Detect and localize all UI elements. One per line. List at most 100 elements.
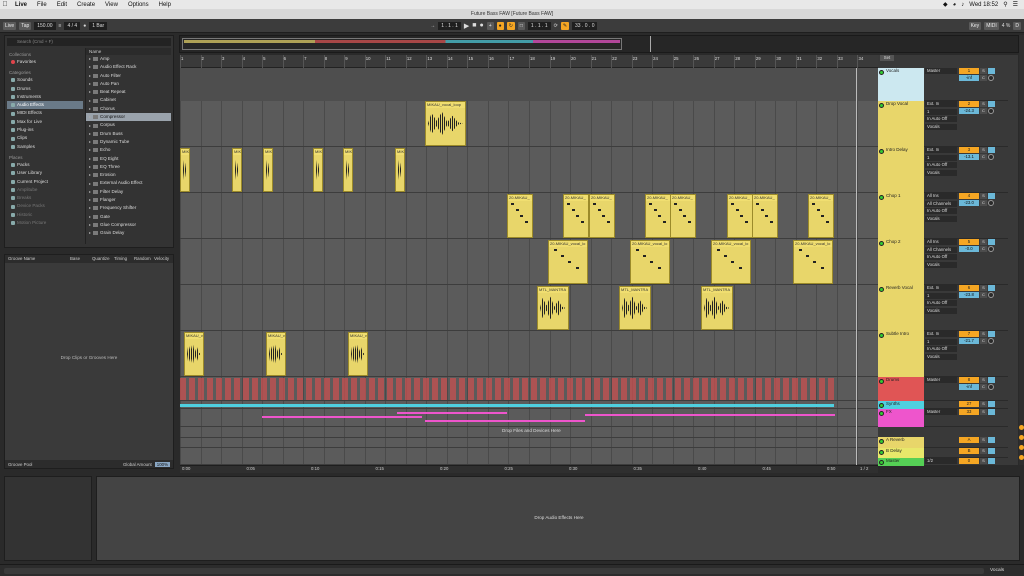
scroll-dot-icon[interactable] [1019, 435, 1024, 440]
track-lane[interactable] [180, 438, 878, 448]
menu-edit[interactable]: Edit [52, 2, 72, 8]
browser-item[interactable]: Frequency Shifter [86, 204, 171, 212]
track-activator-icon[interactable] [879, 449, 884, 455]
browser-item[interactable]: Echo [86, 146, 171, 154]
arm-button[interactable] [988, 193, 995, 199]
arrangement-overview[interactable] [179, 35, 1019, 53]
scroll-dot-icon[interactable] [1019, 445, 1024, 450]
mixer-strip[interactable]: Master 1/2 0 S [878, 458, 1008, 466]
io-field[interactable]: Master [925, 377, 957, 383]
track-activator-button[interactable]: A [959, 437, 979, 443]
menu-live[interactable]: Live [10, 2, 32, 8]
track-activator-icon[interactable] [879, 378, 884, 384]
nudge-icon[interactable]: ≡ [59, 23, 62, 29]
track-lane[interactable] [180, 448, 878, 465]
fx-clip[interactable] [262, 416, 422, 418]
track-name-header[interactable]: Chop 2 [878, 239, 924, 285]
track-activator-button[interactable]: 5 [959, 239, 979, 245]
follow-icon[interactable]: → [430, 23, 435, 29]
solo-button[interactable]: S [980, 193, 987, 199]
group-track-lane[interactable] [180, 68, 878, 101]
set-button[interactable]: Set [880, 55, 894, 61]
loop-punch-button[interactable]: □ [517, 21, 525, 30]
expand-arrow-icon[interactable] [89, 66, 91, 69]
browser-item[interactable]: Auto Filter [86, 72, 171, 80]
audio-clip[interactable]: 20-MIKAU_ [563, 194, 589, 238]
audio-clip[interactable]: MTL_MANTRA [619, 286, 651, 330]
io-field[interactable]: In Auto Off [925, 208, 957, 214]
arm-button[interactable] [988, 101, 995, 107]
expand-arrow-icon[interactable] [89, 132, 91, 135]
scroll-dot-icon[interactable] [1019, 455, 1024, 460]
pan-field[interactable]: C [980, 246, 987, 252]
stop-icon[interactable]: ■ [472, 22, 476, 29]
pan-field[interactable]: C [980, 75, 987, 81]
device-view[interactable]: Drop Audio Effects Here [96, 476, 1020, 561]
track-name-header[interactable]: Drums [878, 377, 924, 401]
track-name-header[interactable]: Reverb Vocal [878, 285, 924, 331]
audio-clip[interactable]: 20-MIKAU_ [507, 194, 533, 238]
track-activator-button[interactable]: 2 [959, 101, 979, 107]
right-scroll-strip[interactable] [1019, 35, 1024, 465]
session-record-button[interactable]: ↻ [506, 21, 515, 30]
groove-col-timing[interactable]: Timing [111, 255, 131, 263]
category-instruments[interactable]: Instruments [7, 93, 83, 101]
track-name-header[interactable]: Vocals [878, 68, 924, 101]
song-position-field[interactable]: 1 . 1 . 1 [438, 21, 461, 30]
io-field[interactable]: Ext. In [925, 147, 957, 153]
arm-button[interactable] [988, 409, 995, 415]
track-activator-icon[interactable] [879, 148, 884, 154]
mixer-strip[interactable]: Drop Vocal Ext. In 1 In Auto Off Vocals 2 S -24… [878, 101, 1008, 147]
menu-file[interactable]: File [32, 2, 52, 8]
device-drop-zone[interactable]: Drop Audio Effects Here [97, 515, 1021, 520]
track-activator-button[interactable]: 6 [959, 285, 979, 291]
pan-field[interactable]: C [980, 292, 987, 298]
browser-item[interactable]: EQ Eight [86, 155, 171, 163]
category-sounds[interactable]: Sounds [7, 76, 83, 84]
time-signature-field[interactable]: 4 / 4 [64, 21, 81, 30]
key-map-button[interactable]: Key [968, 21, 982, 30]
search-icon[interactable]: ⚲ [1003, 1, 1007, 8]
send-knob-icon[interactable] [988, 154, 994, 160]
category-audio-effects[interactable]: Audio Effects [7, 101, 83, 110]
track-activator-button[interactable]: 0 [959, 458, 979, 464]
mixer-strip[interactable]: FX Master 33 S [878, 409, 1008, 427]
track-activator-icon[interactable] [879, 459, 884, 465]
browser-item[interactable]: Beat Repeat [86, 88, 171, 96]
place-amplitube[interactable]: Amplitube [7, 186, 83, 194]
groove-col-base[interactable]: Base [67, 255, 89, 263]
dropbox-icon[interactable]: ◆ [943, 1, 948, 8]
browser-item[interactable]: Auto Pan [86, 80, 171, 88]
wifi-icon[interactable]: ◕ [953, 2, 957, 8]
audio-clip[interactable]: MIKA [180, 148, 190, 192]
track-activator-icon[interactable] [879, 194, 884, 200]
send-knob-icon[interactable] [988, 338, 994, 344]
audio-clip[interactable]: 20-MIKAU_ [808, 194, 834, 238]
browser-item[interactable]: Audio Effect Rack [86, 63, 171, 71]
mixer-strip[interactable]: Synths 27 S [878, 401, 1008, 409]
drums-midi-clip[interactable] [180, 378, 834, 400]
mixer-strip[interactable]: Chop 2 All Ins All Channels In Auto Off Voca… [878, 239, 1008, 285]
audio-clip[interactable]: 20-MIKAU_vocal_lo [711, 240, 751, 284]
io-field[interactable]: All Ins [925, 193, 957, 199]
arm-button[interactable] [988, 377, 995, 383]
expand-arrow-icon[interactable] [89, 182, 91, 185]
collection-favorites[interactable]: Favorites [7, 58, 83, 66]
io-field[interactable]: All Channels [925, 200, 957, 207]
audio-clip[interactable]: MIKA [263, 148, 273, 192]
expand-arrow-icon[interactable] [89, 141, 91, 144]
mixer-strip[interactable]: Reverb Vocal Ext. In 1 In Auto Off Vocals 6 S -… [878, 285, 1008, 331]
io-field[interactable]: Ext. In [925, 331, 957, 337]
track-activator-icon[interactable] [879, 438, 884, 444]
audio-clip[interactable]: 20-MIKAU_ [670, 194, 696, 238]
track-activator-icon[interactable] [879, 102, 884, 108]
volume-field[interactable]: -13.1 [959, 154, 979, 160]
apple-icon[interactable]:  [0, 1, 10, 8]
expand-arrow-icon[interactable] [89, 83, 91, 86]
browser-item[interactable]: EQ Three [86, 163, 171, 171]
expand-arrow-icon[interactable] [89, 166, 91, 168]
mixer-strip[interactable]: Chop 1 All Ins All Channels In Auto Off Voca… [878, 193, 1008, 239]
track-name-header[interactable]: FX [878, 409, 924, 427]
solo-button[interactable]: S [980, 377, 987, 383]
audio-clip[interactable]: MIKA [395, 148, 405, 192]
